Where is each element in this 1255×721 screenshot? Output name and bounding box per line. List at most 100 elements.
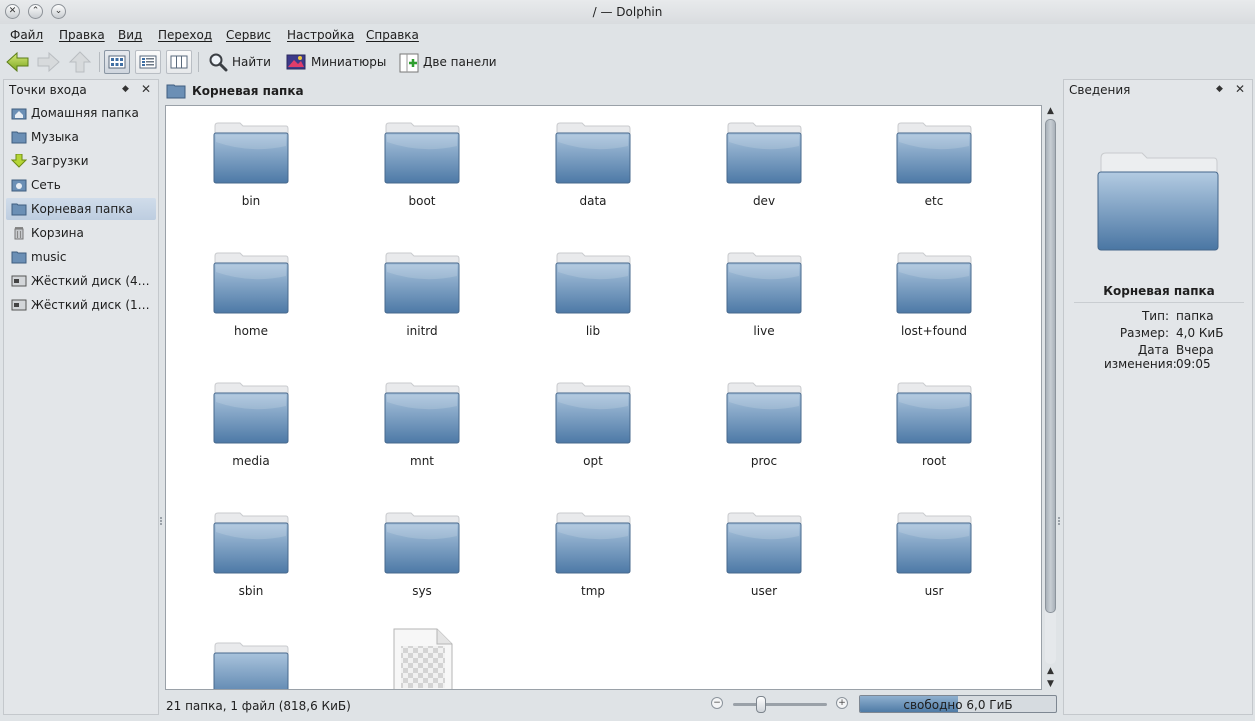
file-item-name: root (921, 454, 947, 468)
folder-icon (555, 122, 631, 184)
menu-settings[interactable]: Настройка (287, 28, 354, 42)
image-file-icon (393, 628, 453, 689)
forward-arrow-icon[interactable] (36, 51, 60, 73)
places-item-harddisk-1[interactable]: Жёсткий диск (449... (6, 270, 156, 292)
scroll-up-icon[interactable]: ▲ (1043, 665, 1058, 677)
info-size-label: Размер: (1119, 326, 1169, 340)
information-panel-header: Сведения ◆ ✕ (1064, 80, 1252, 102)
close-panel-icon[interactable]: ✕ (141, 82, 151, 96)
left-splitter-handle[interactable] (160, 517, 162, 525)
folder-icon (555, 252, 631, 314)
menu-view[interactable]: Вид (118, 28, 142, 42)
zoom-out-icon[interactable]: − (711, 697, 723, 709)
folder-icon (896, 252, 972, 314)
places-item-network[interactable]: Сеть (6, 174, 156, 196)
up-arrow-icon[interactable] (68, 51, 92, 73)
file-item-folder[interactable]: lost+found (859, 236, 1009, 366)
file-item-folder[interactable]: lib (518, 236, 668, 366)
places-item-root[interactable]: Корневая папка (6, 198, 156, 220)
file-item-folder[interactable]: proc (689, 366, 839, 496)
file-item-folder[interactable]: home (176, 236, 326, 366)
places-item-label: Корзина (31, 226, 84, 240)
file-item-name: lost+found (900, 324, 968, 338)
zoom-in-icon[interactable]: + (836, 697, 848, 709)
menu-help[interactable]: Справка (366, 28, 419, 42)
float-panel-icon[interactable]: ◆ (122, 84, 129, 94)
split-view-label: Две панели (423, 55, 497, 69)
places-item-label: Корневая папка (31, 202, 133, 216)
back-arrow-icon[interactable] (6, 51, 30, 73)
file-item-name: sys (412, 584, 432, 598)
zoom-slider-handle[interactable] (756, 696, 767, 713)
file-item-folder[interactable]: root (859, 366, 1009, 496)
folder-icon (166, 84, 186, 99)
places-item-music[interactable]: Музыка (6, 126, 156, 148)
search-button[interactable]: Найти (206, 49, 271, 75)
file-item-folder[interactable]: sys (347, 496, 497, 626)
file-item-folder[interactable]: bin (176, 106, 326, 236)
previews-label: Миниатюры (311, 55, 387, 69)
vertical-scrollbar[interactable]: ▲ ▲ ▼ (1043, 105, 1058, 690)
places-item-harddisk-2[interactable]: Жёсткий диск (12,... (6, 294, 156, 316)
places-item-label: Загрузки (31, 154, 89, 168)
file-item-folder[interactable]: dev (689, 106, 839, 236)
toolbar-separator (99, 52, 100, 72)
window-title: / — Dolphin (592, 5, 663, 19)
breadcrumb-root[interactable]: Корневая папка (192, 84, 304, 98)
file-item-folder[interactable]: etc (859, 106, 1009, 236)
icons-view-icon (108, 55, 126, 69)
file-item-folder[interactable]: sbin (176, 496, 326, 626)
download-icon (11, 154, 27, 168)
split-view-icon (399, 53, 419, 73)
folder-icon (384, 122, 460, 184)
file-item-name: proc (750, 454, 778, 468)
file-item-folder[interactable]: initrd (347, 236, 497, 366)
right-splitter-handle[interactable] (1058, 517, 1060, 525)
scroll-down-icon[interactable]: ▼ (1043, 678, 1058, 690)
previews-button[interactable]: Миниатюры (284, 49, 387, 75)
file-item-name: sbin (238, 584, 264, 598)
places-item-label: Сеть (31, 178, 61, 192)
folder-icon (11, 251, 27, 264)
file-item-name: data (579, 194, 607, 208)
folder-icon (213, 382, 289, 444)
file-item-image-file[interactable] (347, 626, 497, 689)
title-bar: ✕ ⌃ ⌄ / — Dolphin (0, 0, 1255, 24)
close-panel-icon[interactable]: ✕ (1235, 82, 1245, 96)
file-item-folder[interactable]: tmp (518, 496, 668, 626)
menu-file[interactable]: Файл (10, 28, 43, 42)
columns-view-button[interactable] (166, 50, 192, 74)
trash-icon (14, 227, 24, 240)
menu-go[interactable]: Переход (158, 28, 212, 42)
places-item-music-folder[interactable]: music (6, 246, 156, 268)
file-item-folder[interactable]: opt (518, 366, 668, 496)
split-view-button[interactable]: Две панели (397, 49, 497, 75)
file-item-folder[interactable]: data (518, 106, 668, 236)
folder-icon (896, 512, 972, 574)
places-item-label: Жёсткий диск (449... (31, 274, 155, 288)
places-item-downloads[interactable]: Загрузки (6, 150, 156, 172)
file-item-folder[interactable]: usr (859, 496, 1009, 626)
float-panel-icon[interactable]: ◆ (1216, 84, 1223, 94)
file-item-folder[interactable]: boot (347, 106, 497, 236)
scrollbar-thumb[interactable] (1045, 119, 1056, 613)
harddisk-icon (11, 275, 27, 287)
file-view[interactable]: usr user tmp sys sbin root proc opt mnt media lost… (165, 105, 1042, 690)
icons-view-button[interactable] (104, 50, 130, 74)
file-item-folder[interactable]: media (176, 366, 326, 496)
scroll-up-icon[interactable]: ▲ (1043, 105, 1058, 117)
folder-icon (384, 382, 460, 444)
zoom-slider[interactable] (733, 703, 827, 706)
file-item-folder[interactable]: user (689, 496, 839, 626)
file-item-folder[interactable]: live (689, 236, 839, 366)
file-item-name: initrd (406, 324, 438, 338)
menu-tools[interactable]: Сервис (226, 28, 271, 42)
menu-edit[interactable]: Правка (59, 28, 105, 42)
details-view-button[interactable] (135, 50, 161, 74)
file-item-folder[interactable]: mnt (347, 366, 497, 496)
places-item-trash[interactable]: Корзина (6, 222, 156, 244)
places-item-home[interactable]: Домашняя папка (6, 102, 156, 124)
location-bar[interactable]: Корневая папка (163, 79, 1043, 103)
file-item-partial[interactable] (176, 626, 326, 689)
places-item-label: Домашняя папка (31, 106, 139, 120)
